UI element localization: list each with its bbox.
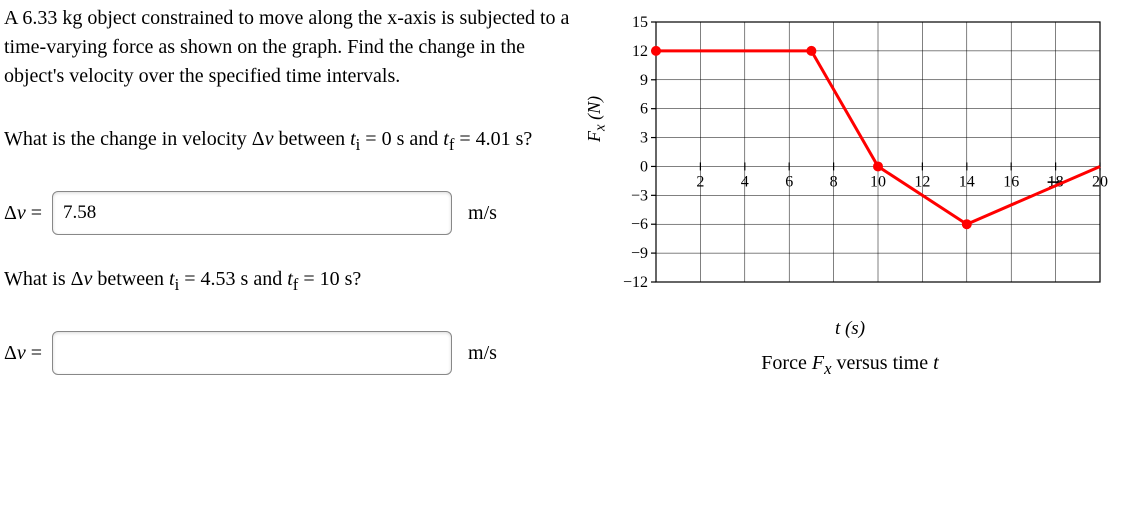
chart-title: Force Fx versus time t xyxy=(590,352,1110,379)
svg-text:12: 12 xyxy=(914,173,930,190)
chart-svg: 2468101214161820−12−9−6−303691215 xyxy=(590,12,1110,312)
svg-text:14: 14 xyxy=(959,173,975,190)
svg-text:2: 2 xyxy=(696,173,704,190)
svg-text:6: 6 xyxy=(785,173,793,190)
svg-text:20: 20 xyxy=(1092,173,1108,190)
svg-text:−6: −6 xyxy=(631,216,648,233)
answer-2-row: Δv = m/s xyxy=(4,331,590,375)
svg-text:−9: −9 xyxy=(631,245,648,262)
answer-1-input[interactable] xyxy=(52,191,452,235)
svg-text:16: 16 xyxy=(1003,173,1019,190)
svg-text:15: 15 xyxy=(632,14,648,31)
chart: Fx (N) 2468101214161820−12−9−6−303691215 xyxy=(590,12,1110,312)
svg-text:6: 6 xyxy=(640,101,648,118)
answer-2-label: Δv = xyxy=(4,342,42,365)
answer-1-unit: m/s xyxy=(468,202,497,225)
answer-1-label: Δv = xyxy=(4,202,42,225)
answer-2-input[interactable] xyxy=(52,331,452,375)
svg-text:−12: −12 xyxy=(623,274,648,291)
svg-text:12: 12 xyxy=(632,43,648,60)
svg-text:−3: −3 xyxy=(631,187,648,204)
y-axis-label: Fx (N) xyxy=(584,96,610,142)
svg-text:4: 4 xyxy=(741,173,749,190)
question-2: What is Δv between ti = 4.53 s and tf = … xyxy=(4,265,590,297)
svg-text:9: 9 xyxy=(640,72,648,89)
svg-text:10: 10 xyxy=(870,173,886,190)
problem-statement: A 6.33 kg object constrained to move alo… xyxy=(4,4,590,91)
svg-text:0: 0 xyxy=(640,158,648,175)
answer-2-unit: m/s xyxy=(468,342,497,365)
svg-text:3: 3 xyxy=(640,130,648,147)
question-1: What is the change in velocity Δv betwee… xyxy=(4,125,590,157)
x-axis-label: t (s) xyxy=(590,318,1110,340)
svg-text:8: 8 xyxy=(830,173,838,190)
answer-1-row: Δv = m/s xyxy=(4,191,590,235)
